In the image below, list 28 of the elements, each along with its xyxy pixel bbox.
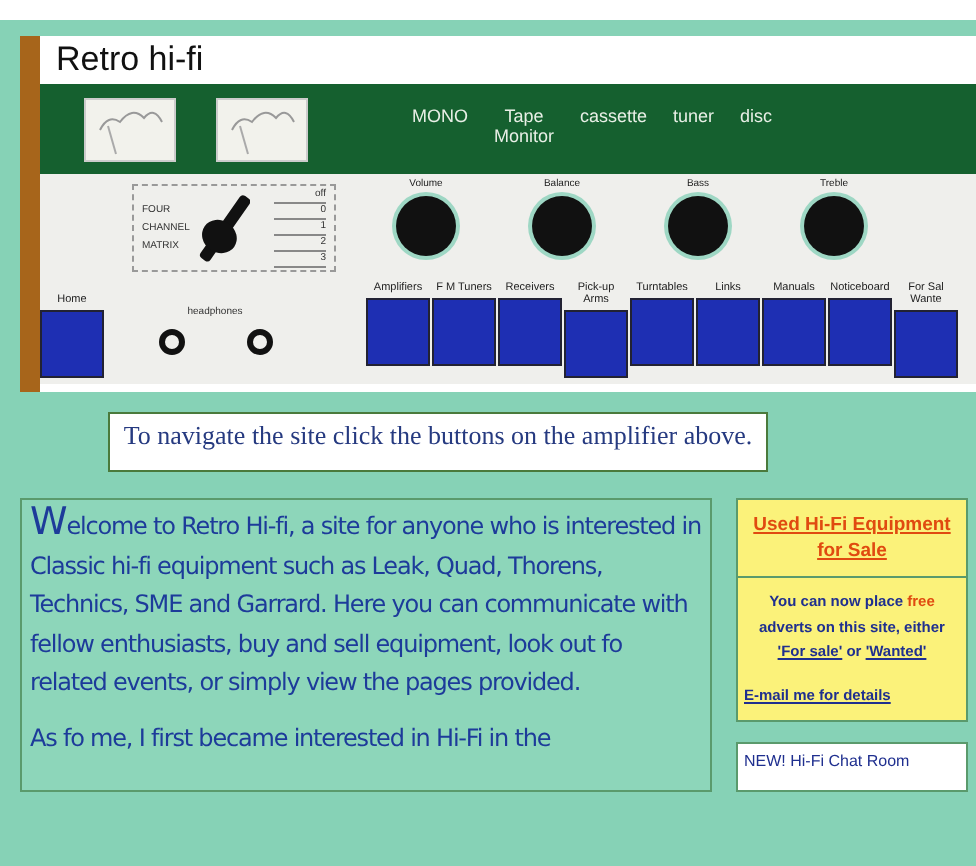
band-label: Tape Monitor [494, 105, 554, 145]
sale-link[interactable]: Used Hi-Fi Equipment for Sale [738, 500, 966, 578]
band-label: cassette [580, 105, 648, 125]
nav-button[interactable] [432, 298, 496, 366]
notice-text: To navigate the site click the buttons on the amplifier above. [108, 412, 768, 472]
paragraph: Welcome to Retro Hi-fi, a site for anyone who is interested in Classic hi-fi equipment such as Leak, Quad, Thorens, Technics, SME and Garrard. Here you can communicate with fellow enthusiasts, buy and sell equipment, look out fo related events, or simply view the pages provided. [30, 504, 702, 700]
paragraph: As fo me, I first became interested in Hi-Fi in the [30, 721, 553, 755]
jack-icon [245, 328, 273, 356]
knob[interactable] [396, 196, 456, 256]
nav-button[interactable] [630, 298, 694, 366]
band-label: tuner [673, 105, 715, 125]
nav-button[interactable] [564, 310, 628, 378]
chat-room-link[interactable]: NEW! Hi-Fi Chat Room [736, 741, 968, 791]
knob[interactable] [532, 196, 592, 256]
nav-button[interactable] [696, 298, 760, 366]
nav-button[interactable] [366, 298, 430, 366]
nav-button[interactable] [828, 298, 892, 366]
knob[interactable] [668, 196, 728, 256]
jack-icon [157, 328, 185, 356]
band-label: disc [740, 105, 773, 125]
logo-placeholder [84, 97, 176, 161]
nav-button[interactable] [498, 298, 562, 366]
nav-button[interactable] [40, 310, 104, 378]
knob[interactable] [804, 196, 864, 256]
logo-placeholder [216, 97, 308, 161]
nav-button[interactable] [762, 298, 826, 366]
nav-button[interactable] [894, 310, 958, 378]
band-label: MONO [412, 105, 468, 125]
